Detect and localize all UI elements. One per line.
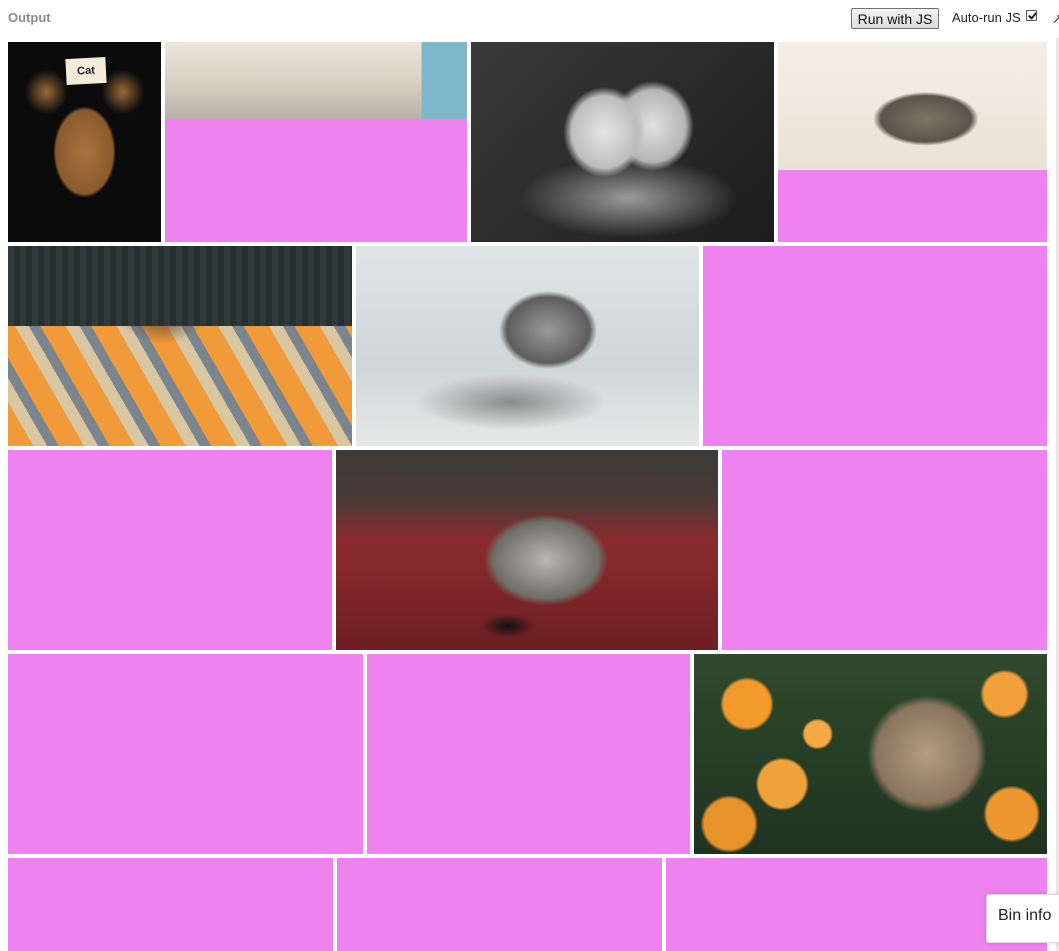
run-with-js-button[interactable]: Run with JS: [851, 8, 939, 29]
gallery-placeholder[interactable]: [703, 246, 1047, 446]
gallery-image-cushion-cat[interactable]: [8, 246, 352, 446]
gallery-placeholder[interactable]: [8, 654, 363, 854]
kitten-bed-photo-partial: [778, 42, 1047, 170]
flowers-cat-photo: [694, 654, 1047, 854]
baby-feet-photo: [471, 42, 774, 242]
cat-note: Cat: [65, 56, 107, 86]
gallery-placeholder[interactable]: [8, 858, 333, 951]
gallery-placeholder[interactable]: [367, 654, 690, 854]
gallery-placeholder[interactable]: [722, 450, 1047, 650]
gallery-image-silver-kitten[interactable]: [356, 246, 699, 446]
gallery-placeholder[interactable]: [8, 450, 332, 650]
gallery-image-kitten-bed[interactable]: [778, 42, 1047, 242]
cushion-cat-background: [8, 246, 352, 326]
expand-arrow-icon[interactable]: ↗: [1052, 11, 1059, 27]
output-toolbar: Output Run with JS Auto-run JS ↗: [0, 0, 1059, 38]
output-title: Output: [8, 10, 51, 25]
gallery-placeholder[interactable]: [337, 858, 662, 951]
stairs-cat-photo-partial: [165, 42, 467, 119]
gallery-image-carpet-cat[interactable]: [336, 450, 718, 650]
gallery-image-dog[interactable]: Cat: [8, 42, 161, 242]
bin-info-button[interactable]: Bin info: [986, 894, 1059, 943]
gallery-image-baby-feet[interactable]: [471, 42, 774, 242]
gallery-image-stairs-cat[interactable]: [165, 42, 467, 242]
silver-kitten-photo: [356, 246, 699, 446]
autorun-checkbox[interactable]: [1025, 10, 1037, 21]
carpet-cat-photo: [336, 450, 718, 650]
autorun-label: Auto-run JS: [952, 10, 1021, 25]
autorun-toggle[interactable]: Auto-run JS: [952, 10, 1037, 25]
gallery-image-flowers-cat[interactable]: [694, 654, 1047, 854]
